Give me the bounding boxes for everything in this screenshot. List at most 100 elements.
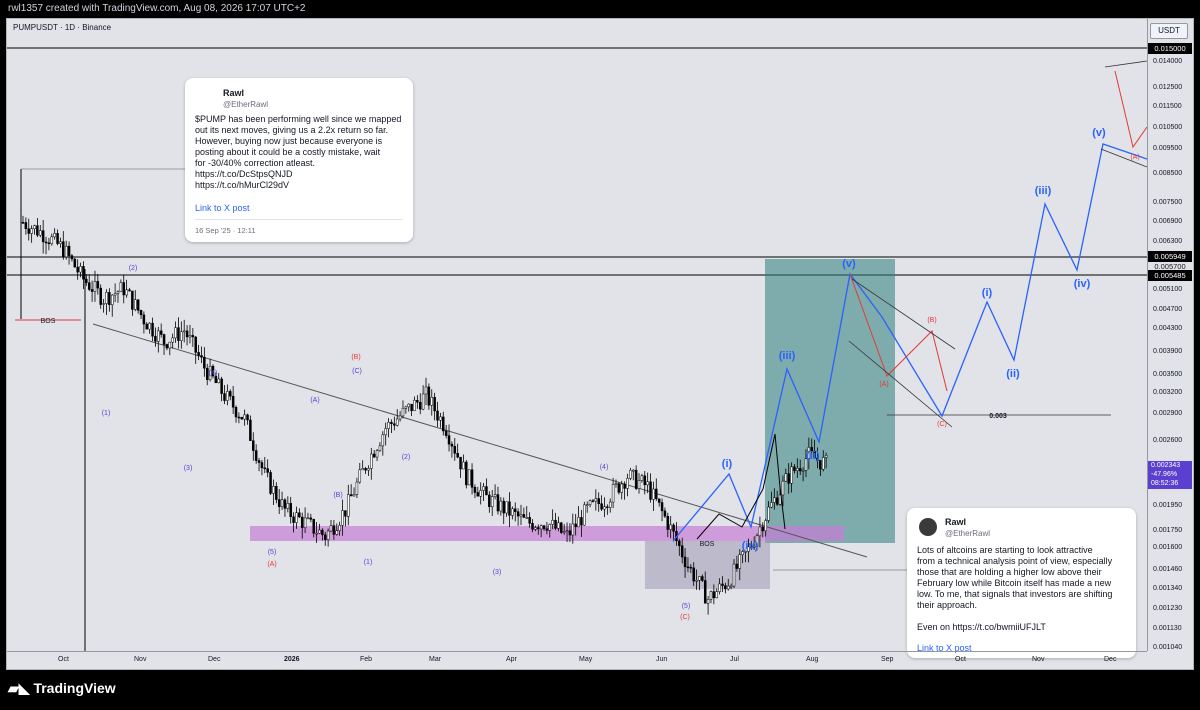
price-tick: 0.001460 <box>1153 566 1183 573</box>
candle-body <box>456 453 459 458</box>
candle-body <box>767 506 770 521</box>
currency-label[interactable]: USDT <box>1150 23 1188 39</box>
candle-body <box>496 494 500 512</box>
time-tick: Sep <box>881 656 894 663</box>
red-correction-2 <box>1114 70 1147 149</box>
candle-body <box>775 497 779 505</box>
candle-body <box>381 434 385 447</box>
candle-body <box>332 525 336 535</box>
candle-body <box>531 522 534 530</box>
candle-body <box>30 228 33 234</box>
candle-body <box>372 453 376 458</box>
candle-body <box>660 502 664 512</box>
candle-body <box>444 430 448 436</box>
candle-body <box>387 421 390 429</box>
target-level-label: 0.003 <box>989 413 1007 420</box>
candle-body <box>105 292 108 304</box>
candle-body <box>410 403 413 411</box>
candle-body <box>539 525 543 530</box>
candle-body <box>640 475 644 481</box>
candle-body <box>485 486 488 496</box>
candle-body <box>511 508 514 516</box>
candle-body <box>191 335 195 338</box>
candle-body <box>154 335 157 342</box>
candle-body <box>395 418 399 426</box>
candle-body <box>418 401 422 410</box>
candle-body <box>686 566 690 569</box>
time-tick: Mar <box>429 656 442 663</box>
candle-body <box>197 352 200 356</box>
candle-body <box>657 498 661 503</box>
candle-body <box>214 375 218 384</box>
candle-body <box>136 299 140 311</box>
candle-body <box>583 504 586 526</box>
candle-body <box>505 501 508 514</box>
candle-body <box>185 330 189 338</box>
candle-body <box>229 391 232 397</box>
candle-body <box>467 469 471 486</box>
candle-body <box>113 293 117 296</box>
candle-body <box>131 290 134 310</box>
candle-body <box>162 334 166 345</box>
candle-body <box>649 481 652 500</box>
current-countdown: 08:52:36 <box>1151 480 1179 487</box>
candle-body <box>790 466 793 484</box>
candle-body <box>139 310 143 316</box>
tradingview-logo[interactable]: ▰◣ TradingView <box>8 680 116 697</box>
candle-body <box>442 416 445 432</box>
candle-body <box>165 344 169 349</box>
price-tick: 0.003500 <box>1153 371 1183 378</box>
price-axis[interactable]: 0.014000 0.012500 0.011500 0.010500 0.009500… <box>1147 19 1193 651</box>
candle-body <box>591 500 595 502</box>
candle-body <box>70 255 74 260</box>
price-label-top: 0.015000 <box>1148 43 1192 54</box>
plot-area[interactable]: (2) (1) (4) (3) (5) (2) (1) (A) (B) (C) (3) (4) (5) (… <box>7 19 1147 658</box>
candle-body <box>159 330 163 335</box>
candle-body <box>683 556 687 568</box>
candle-body <box>721 583 724 586</box>
time-tick: Apr <box>506 656 517 663</box>
candle-body <box>300 516 304 528</box>
candle-body <box>315 532 318 535</box>
candle-body <box>145 323 149 330</box>
candle-body <box>698 576 701 581</box>
candle-body <box>680 545 684 558</box>
wave-label-purple: (5) <box>268 549 277 556</box>
price-tick: 0.001600 <box>1153 544 1183 551</box>
time-axis[interactable]: Oct Nov Dec 2026 Feb Mar Apr May Jun Jul Aug Sep Oct… <box>7 651 1147 669</box>
candle-body <box>773 497 776 503</box>
tweet1-link[interactable]: Link to X post <box>195 203 250 213</box>
tweet2-body: Lots of altcoins are starting to look at… <box>917 545 1113 632</box>
candle-body <box>537 527 540 530</box>
price-tick: 0.007500 <box>1153 199 1183 206</box>
tweet-card-2[interactable]: Rawl @EtherRawl Lots of altcoins are sta… <box>907 508 1136 658</box>
wave-label-purple: (A) <box>310 397 319 404</box>
candle-body <box>47 242 51 245</box>
candle-body <box>33 225 36 229</box>
price-tick: 0.002600 <box>1153 437 1183 444</box>
chart-frame[interactable]: (2) (1) (4) (3) (5) (2) (1) (A) (B) (C) (3) (4) (5) (… <box>6 18 1194 670</box>
candle-body <box>352 494 356 497</box>
candle-body <box>652 488 655 500</box>
price-tick: 0.003200 <box>1153 389 1183 396</box>
wave-label-blue: (iv) <box>1074 278 1091 290</box>
candle-body <box>568 530 572 536</box>
candle-body <box>603 506 606 510</box>
symbol-title: PUMPUSDT · 1D · Binance <box>13 23 112 32</box>
candle-body <box>678 540 681 547</box>
current-change: -47.96% <box>1151 471 1178 478</box>
candle-body <box>53 233 56 238</box>
candle-body <box>672 524 675 532</box>
tweet-card-1[interactable]: Rawl @EtherRawl $PUMP has been performin… <box>185 78 413 242</box>
candle-body <box>344 510 347 517</box>
candle-body <box>416 399 419 403</box>
tweet2-handle: @EtherRawl <box>945 529 991 538</box>
candle-body <box>493 494 497 497</box>
candle-body <box>280 499 284 507</box>
candle-body <box>171 337 174 343</box>
wave-label-purple: (3) <box>184 465 193 472</box>
time-tick: Aug <box>806 656 819 663</box>
candle-body <box>122 282 125 296</box>
candle-body <box>324 534 327 540</box>
wave-label-red: (A) <box>1130 154 1139 161</box>
